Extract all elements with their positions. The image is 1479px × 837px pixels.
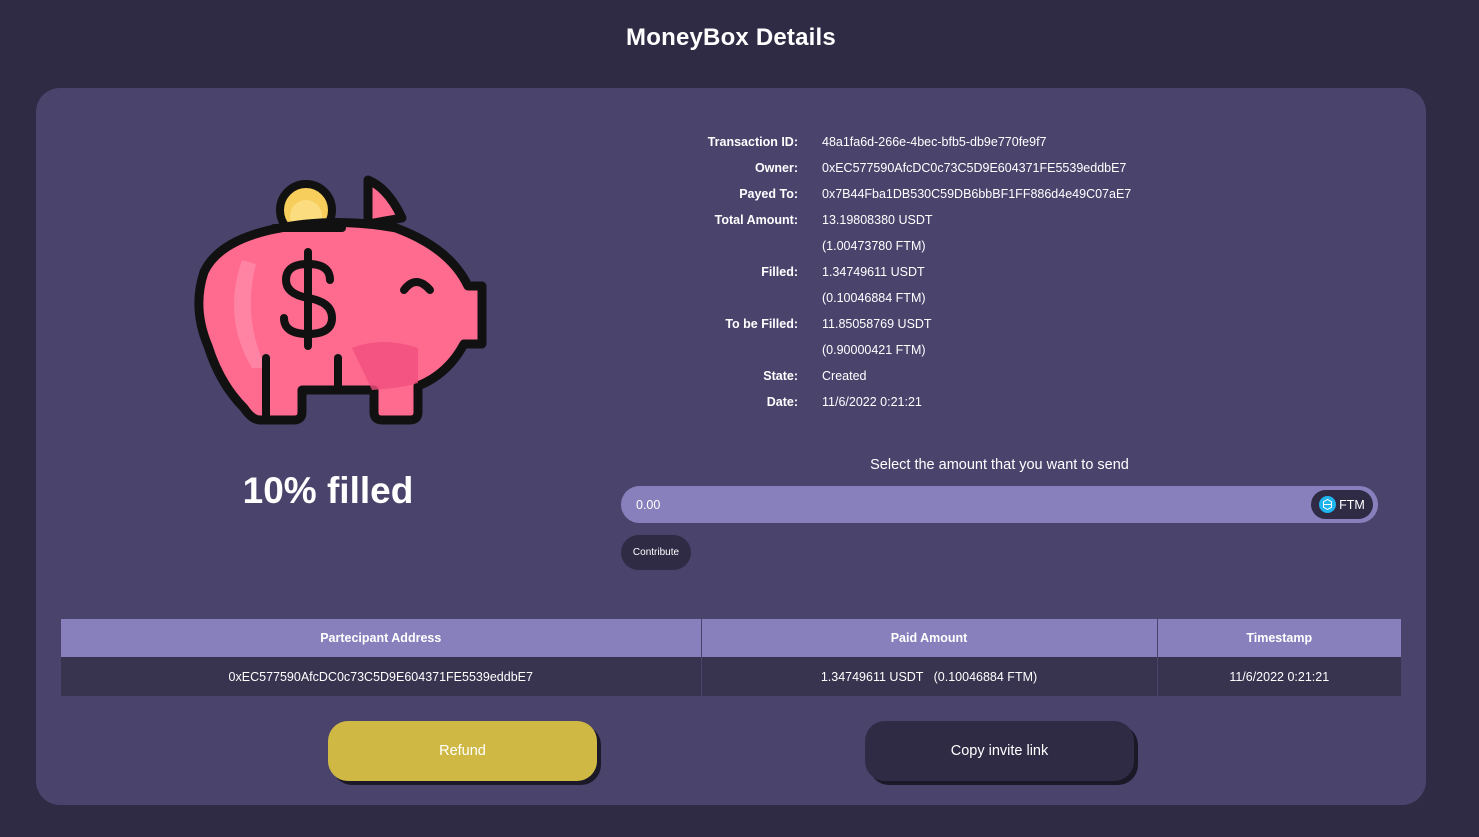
column-header-paid-amount: Paid Amount <box>701 619 1158 657</box>
detail-value: 1.34749611 USDT <box>822 265 925 279</box>
transaction-details: Transaction ID: 48a1fa6d-266e-4bec-bfb5-… <box>646 129 1246 415</box>
table-row: 0xEC577590AfcDC0c73C5D9E604371FE5539eddb… <box>61 657 1401 696</box>
column-header-address: Partecipant Address <box>61 619 702 657</box>
fill-progress-label: 10% filled <box>242 470 414 511</box>
detail-value: 0xEC577590AfcDC0c73C5D9E604371FE5539eddb… <box>822 161 1127 175</box>
table-header-row: Partecipant Address Paid Amount Timestam… <box>61 619 1401 657</box>
detail-row-to-be-filled: To be Filled: 11.85058769 USDT <box>646 311 1246 337</box>
detail-row-to-be-filled-ftm: (0.90000421 FTM) <box>646 337 1246 363</box>
detail-label: Total Amount: <box>714 213 798 227</box>
detail-value: 13.19808380 USDT <box>822 213 933 227</box>
detail-label: Date: <box>766 395 798 409</box>
detail-label: Filled: <box>761 265 798 279</box>
detail-row-total-amount: Total Amount: 13.19808380 USDT <box>646 207 1246 233</box>
detail-row-filled-ftm: (0.10046884 FTM) <box>646 285 1246 311</box>
detail-row-total-amount-ftm: (1.00473780 FTM) <box>646 233 1246 259</box>
detail-label: Payed To: <box>739 187 798 201</box>
detail-value: 11/6/2022 0:21:21 <box>822 395 922 409</box>
detail-row-owner: Owner: 0xEC577590AfcDC0c73C5D9E604371FE5… <box>646 155 1246 181</box>
currency-label: FTM <box>1339 497 1365 512</box>
detail-label: State: <box>763 369 798 383</box>
detail-label: Transaction ID: <box>707 135 798 149</box>
participants-table: Partecipant Address Paid Amount Timestam… <box>61 619 1401 696</box>
refund-button[interactable]: Refund <box>328 721 597 781</box>
amount-input[interactable] <box>621 486 1301 523</box>
send-amount-prompt: Select the amount that you want to send <box>870 457 1129 473</box>
currency-selector[interactable]: FTM <box>1311 490 1373 519</box>
participant-address-cell: 0xEC577590AfcDC0c73C5D9E604371FE5539eddb… <box>61 657 702 696</box>
detail-value: (0.90000421 FTM) <box>822 343 926 357</box>
detail-row-payed-to: Payed To: 0x7B44Fba1DB530C59DB6bbBF1FF88… <box>646 181 1246 207</box>
timestamp-cell: 11/6/2022 0:21:21 <box>1157 657 1401 696</box>
detail-value: 11.85058769 USDT <box>822 317 932 331</box>
piggy-bank-icon <box>194 175 487 425</box>
moneybox-card: 10% filled Transaction ID: 48a1fa6d-266e… <box>36 88 1426 805</box>
copy-invite-link-button[interactable]: Copy invite link <box>865 721 1134 781</box>
contribute-button[interactable]: Contribute <box>621 535 691 570</box>
detail-value: (0.10046884 FTM) <box>822 291 926 305</box>
detail-value: 0x7B44Fba1DB530C59DB6bbBF1FF886d4e49C07a… <box>822 187 1132 201</box>
fantom-icon <box>1319 496 1337 513</box>
amount-field: FTM <box>621 486 1378 523</box>
detail-value: 48a1fa6d-266e-4bec-bfb5-db9e770fe9f7 <box>822 135 1047 149</box>
detail-value: (1.00473780 FTM) <box>822 239 926 253</box>
paid-amount-cell: 1.34749611 USDT (0.10046884 FTM) <box>701 657 1158 696</box>
detail-row-date: Date: 11/6/2022 0:21:21 <box>646 389 1246 415</box>
detail-row-transaction-id: Transaction ID: 48a1fa6d-266e-4bec-bfb5-… <box>646 129 1246 155</box>
detail-row-state: State: Created <box>646 363 1246 389</box>
detail-row-filled: Filled: 1.34749611 USDT <box>646 259 1246 285</box>
detail-label: Owner: <box>754 161 798 175</box>
column-header-timestamp: Timestamp <box>1157 619 1401 657</box>
page-title: MoneyBox Details <box>626 24 836 51</box>
detail-value: Created <box>822 369 867 383</box>
detail-label: To be Filled: <box>725 317 798 331</box>
